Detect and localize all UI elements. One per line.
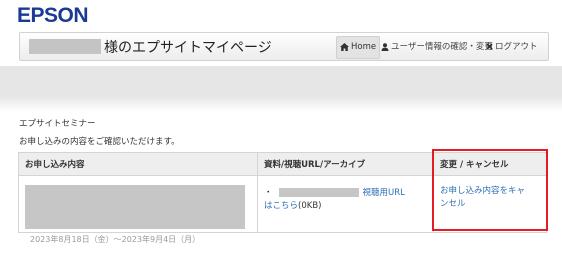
- user-name-redacted: [29, 39, 101, 54]
- cut-off-date-text: 2023年8月18日（金）～2023年9月4日（月）: [30, 235, 201, 244]
- close-icon: [486, 43, 493, 50]
- viewing-url-link-part2: はこちら: [264, 201, 299, 211]
- nav-home-label: Home: [351, 42, 377, 52]
- file-size: (0KB): [298, 201, 322, 211]
- column-header-content: お申し込み内容: [18, 152, 258, 176]
- nav-profile-link[interactable]: ユーザー情報の確認・変更: [381, 37, 493, 58]
- mypage-header-bar: 様のエプサイトマイページ Home ユーザー情報の確認・変更 ログアウト: [19, 32, 549, 61]
- section-title: エプサイトセミナー: [19, 119, 96, 129]
- material-name-redacted: [278, 188, 359, 197]
- bullet: ・: [264, 188, 273, 198]
- nav-home-button[interactable]: Home: [336, 36, 381, 59]
- content-redacted: [25, 185, 245, 229]
- viewing-url-link-part1: 視聴用URL: [362, 188, 405, 198]
- table-header-row: お申し込み内容 資料/視聴URL/アーカイブ 変更 / キャンセル: [18, 152, 547, 176]
- nav-logout-label: ログアウト: [495, 42, 538, 52]
- table-row: ・ 視聴用URL はこちら(0KB) お申し込み内容をキャンセル: [18, 175, 547, 233]
- cancel-application-link[interactable]: お申し込み内容をキャンセル: [440, 185, 532, 211]
- intro-text: お申し込みの内容をご確認いただけます。: [19, 137, 180, 147]
- nav-profile-label: ユーザー情報の確認・変更: [391, 42, 493, 52]
- user-icon: [381, 42, 389, 51]
- hero-band: [0, 66, 562, 112]
- mypage-title: 様のエプサイトマイページ: [104, 40, 272, 56]
- seminar-table: お申し込み内容 資料/視聴URL/アーカイブ 変更 / キャンセル ・ 視聴用UR…: [18, 152, 547, 233]
- content-cell: [18, 175, 258, 233]
- epson-logo: EPSON: [17, 4, 89, 27]
- nav-logout-link[interactable]: ログアウト: [486, 37, 538, 58]
- column-header-materials: 資料/視聴URL/アーカイブ: [257, 152, 434, 176]
- materials-cell: ・ 視聴用URL はこちら(0KB): [257, 175, 434, 233]
- column-header-cancel: 変更 / キャンセル: [433, 152, 547, 176]
- cancel-cell: お申し込み内容をキャンセル: [433, 175, 547, 233]
- home-icon: [340, 42, 349, 51]
